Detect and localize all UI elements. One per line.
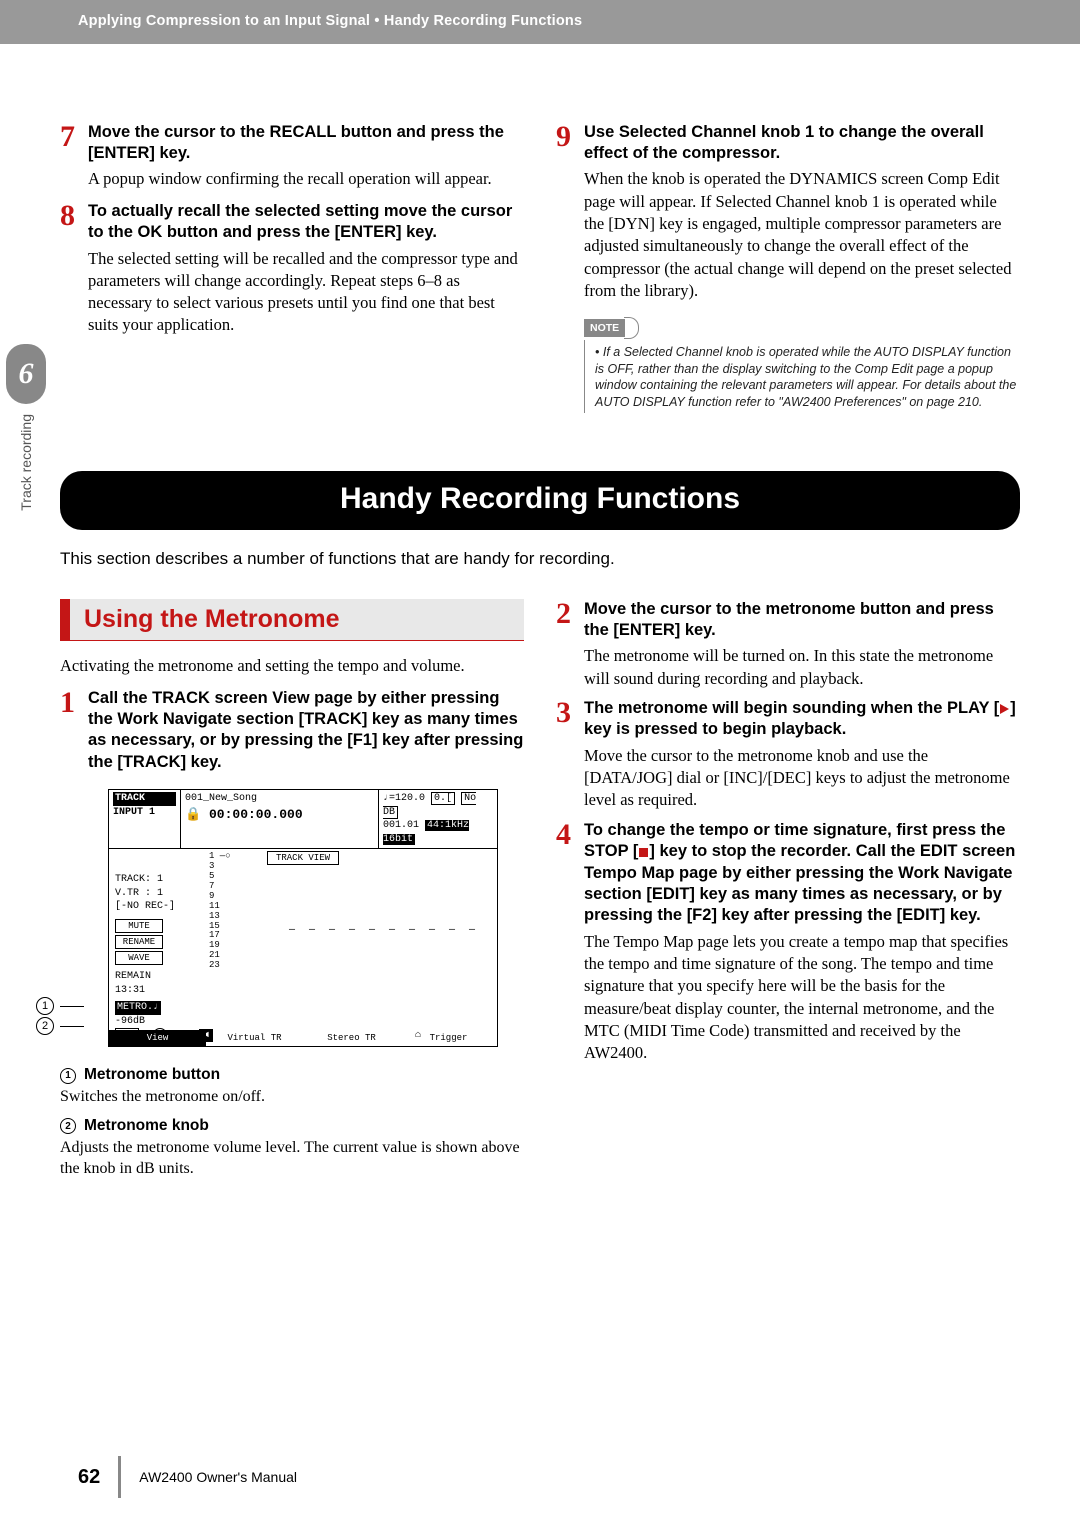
step-title: The metronome will begin sounding when t… [584,698,1020,741]
stop-icon [639,848,648,857]
callout-number: 2 [36,1017,54,1035]
lcd-tab: TRACK VIEW [267,851,339,865]
callout-number: 1 [36,997,54,1015]
step-number: 7 [60,122,88,191]
step-number: 4 [556,820,584,1065]
subsection-lead: Activating the metronome and setting the… [60,655,524,677]
note-text: • If a Selected Channel knob is operated… [584,340,1020,414]
step-title: Move the cursor to the RECALL button and… [88,122,524,165]
step-title: Move the cursor to the metronome button … [584,599,1020,642]
lcd-bottom-tabs: View Virtual TR Stereo TR Trigger [109,1030,497,1046]
step-title: Call the TRACK screen View page by eithe… [88,688,524,774]
note-label: NOTE [584,319,625,337]
step-number: 1 [60,688,88,778]
step-text: When the knob is operated the DYNAMICS s… [584,168,1020,302]
step-text: The Tempo Map page lets you create a tem… [584,931,1020,1065]
page-header: Applying Compression to an Input Signal … [0,0,1080,44]
step-title: To change the tempo or time signature, f… [584,820,1020,927]
book-title: AW2400 Owner's Manual [139,1468,297,1487]
lcd-rename-button: RENAME [115,935,163,949]
step-text: A popup window confirming the recall ope… [88,168,524,190]
step-number: 9 [556,122,584,302]
step-text: The metronome will be turned on. In this… [584,645,1020,690]
step-title: To actually recall the selected setting … [88,201,524,244]
lcd-dashes: — — — — — — — — — — [289,924,479,938]
lcd-mute-button: MUTE [115,919,163,933]
chapter-number-badge: 6 [6,344,46,404]
subsection-heading: Using the Metronome [60,599,524,642]
step-number: 8 [60,201,88,337]
lcd-screenshot: TRACK INPUT 1 001_New_Song 🔒 00:00:00.00… [108,789,498,1047]
play-icon [1000,704,1009,714]
section-intro: This section describes a number of funct… [60,548,1020,571]
step-text: The selected setting will be recalled an… [88,248,524,337]
lcd-wave-button: WAVE [115,951,163,965]
chapter-label: Track recording [17,414,36,511]
callout-line [60,1006,84,1007]
page-footer: 62 AW2400 Owner's Manual [78,1456,297,1498]
step-number: 2 [556,599,584,690]
chapter-sidebar: 6 Track recording [6,344,46,594]
callout-label: 1 Metronome button [60,1065,524,1086]
callout-text: Switches the metronome on/off. [60,1086,524,1108]
lcd-track-numbers: 1 —○357911131517192123 [209,852,231,971]
step-number: 3 [556,698,584,812]
page-number: 62 [78,1464,100,1491]
footer-divider [118,1456,121,1498]
breadcrumb: Applying Compression to an Input Signal … [78,13,582,29]
step-text: Move the cursor to the metronome knob an… [584,745,1020,812]
section-heading: Handy Recording Functions [60,471,1020,530]
note-box: NOTE • If a Selected Channel knob is ope… [584,316,1020,413]
callout-label: 2 Metronome knob [60,1116,524,1137]
step-title: Use Selected Channel knob 1 to change th… [584,122,1020,165]
callout-text: Adjusts the metronome volume level. The … [60,1137,524,1180]
callout-line [60,1026,84,1027]
